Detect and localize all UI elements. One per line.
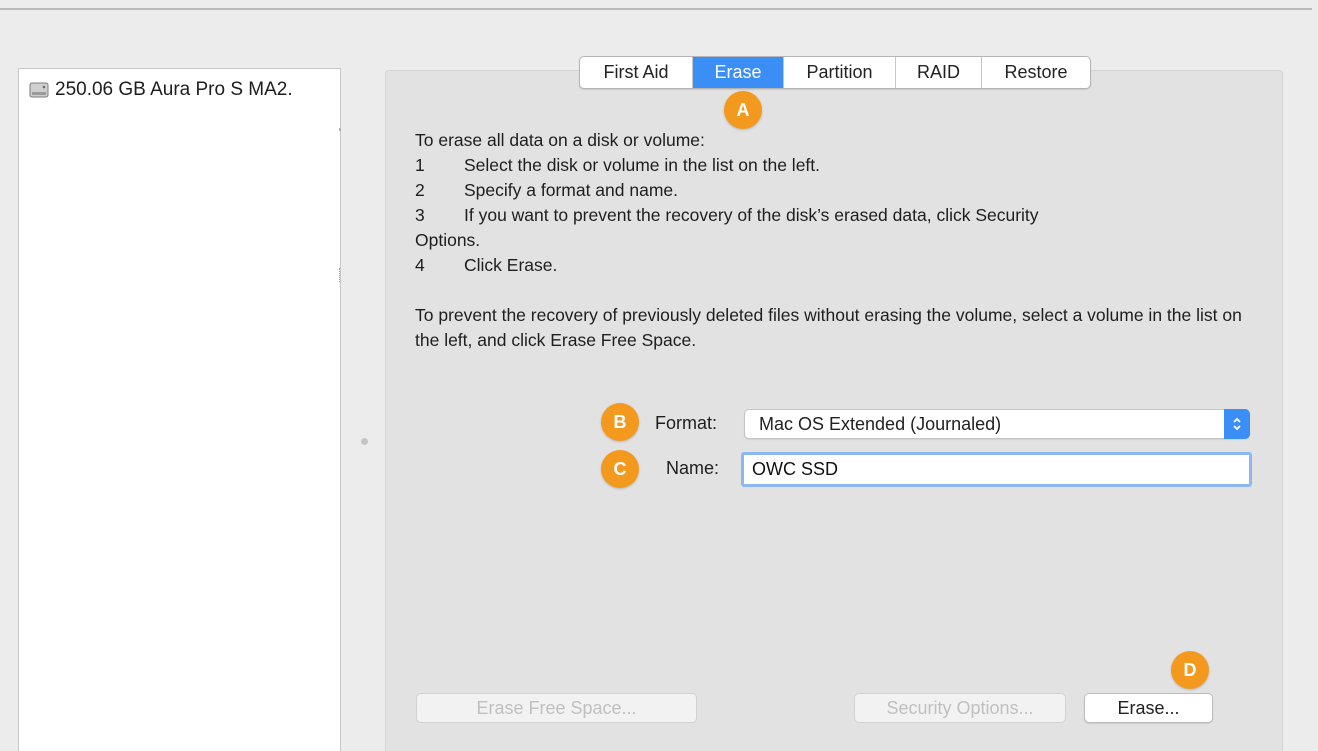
erase-instructions: To erase all data on a disk or volume: 1… <box>415 128 1255 353</box>
instructions-intro: To erase all data on a disk or volume: <box>415 130 705 150</box>
callout-badge-b: B <box>601 403 639 441</box>
disk-label: 250.06 GB Aura Pro S MA2. <box>55 79 293 100</box>
callout-badge-a: A <box>724 91 762 129</box>
security-options-button[interactable]: Security Options... <box>854 693 1066 723</box>
tab-raid[interactable]: RAID <box>896 57 982 88</box>
tab-first-aid[interactable]: First Aid <box>580 57 693 88</box>
splitter-mark <box>339 128 341 131</box>
erase-button[interactable]: Erase... <box>1084 693 1213 723</box>
tab-restore[interactable]: Restore <box>982 57 1090 88</box>
step-number: 2 <box>415 180 425 200</box>
disk-list-sidebar[interactable]: 250.06 GB Aura Pro S MA2. <box>18 68 341 751</box>
step-number: 3 <box>415 205 425 225</box>
hard-drive-icon <box>29 80 49 100</box>
name-label: Name: <box>666 458 720 478</box>
step-text: If you want to prevent the recovery of t… <box>464 205 1039 225</box>
tab-erase[interactable]: Erase <box>693 57 784 88</box>
step-text: Options. <box>415 230 481 250</box>
step-text: Select the disk or volume in the list on… <box>464 155 821 175</box>
splitter-dot <box>361 438 368 445</box>
step-text: Specify a format and name. <box>464 180 678 200</box>
tab-partition[interactable]: Partition <box>784 57 896 88</box>
format-select[interactable]: Mac OS Extended (Journaled) <box>744 409 1250 439</box>
instruction-step-continued: Options. <box>415 228 1255 253</box>
erase-free-space-button[interactable]: Erase Free Space... <box>416 693 697 723</box>
select-stepper-icon <box>1224 409 1250 439</box>
instruction-step: 2 Specify a format and name. <box>415 178 1255 203</box>
step-text: Click Erase. <box>464 255 558 275</box>
instruction-step: 3 If you want to prevent the recovery of… <box>415 203 1255 228</box>
callout-badge-d: D <box>1171 651 1209 689</box>
instruction-step: 4 Click Erase. <box>415 253 1255 278</box>
step-number: 4 <box>415 255 425 275</box>
disk-item[interactable]: 250.06 GB Aura Pro S MA2. <box>29 79 293 101</box>
name-field[interactable] <box>741 452 1252 487</box>
format-label: Format: <box>655 413 718 433</box>
tab-bar: First Aid Erase Partition RAID Restore <box>579 56 1091 89</box>
callout-badge-c: C <box>601 450 639 488</box>
splitter-handle[interactable] <box>339 268 342 282</box>
step-number: 1 <box>415 155 425 175</box>
format-value: Mac OS Extended (Journaled) <box>759 414 1002 434</box>
free-space-note: To prevent the recovery of previously de… <box>415 305 1242 350</box>
window-top-border <box>0 8 1312 10</box>
instruction-step: 1 Select the disk or volume in the list … <box>415 153 1255 178</box>
